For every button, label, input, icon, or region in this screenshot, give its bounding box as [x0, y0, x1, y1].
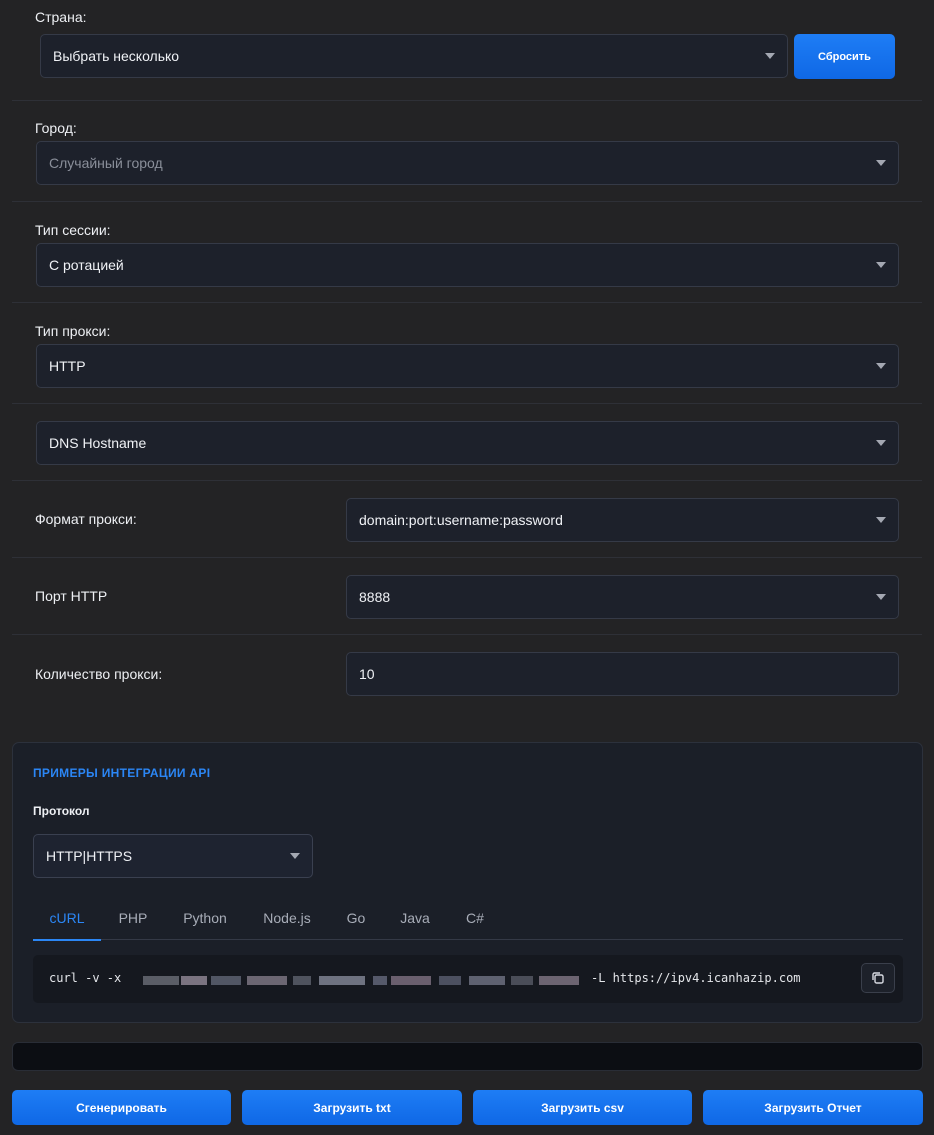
city-select[interactable]: Случайный город — [36, 141, 899, 185]
chevron-down-icon — [876, 594, 886, 600]
code-sample: curl -v -x -L https://ipv4.icanhazip.com — [33, 955, 903, 1003]
country-label: Страна: — [35, 9, 87, 25]
proxy-format-label: Формат прокси: — [35, 511, 137, 527]
tab-nodejs-label: Node.js — [263, 910, 311, 926]
host-type-value: DNS Hostname — [49, 435, 147, 451]
download-txt-button[interactable]: Загрузить txt — [242, 1090, 462, 1125]
country-select-value: Выбрать несколько — [53, 48, 180, 64]
http-port-label: Порт HTTP — [35, 588, 108, 604]
tab-go[interactable]: Go — [337, 896, 375, 940]
tab-java[interactable]: Java — [391, 896, 439, 940]
proxy-type-label: Тип прокси: — [35, 323, 111, 339]
redacted-credentials — [129, 955, 587, 1003]
status-bar — [12, 1042, 923, 1071]
tab-python-label: Python — [183, 910, 227, 926]
tab-curl-label: cURL — [49, 910, 85, 926]
proxy-type-value: HTTP — [49, 358, 86, 374]
generate-button[interactable]: Сгенерировать — [12, 1090, 231, 1125]
protocol-value: HTTP|HTTPS — [46, 848, 133, 864]
divider — [12, 100, 922, 101]
download-report-button[interactable]: Загрузить Отчет — [703, 1090, 923, 1125]
session-type-label: Тип сессии: — [35, 222, 111, 238]
chevron-down-icon — [876, 517, 886, 523]
protocol-select[interactable]: HTTP|HTTPS — [33, 834, 313, 878]
divider — [12, 302, 922, 303]
tab-curl[interactable]: cURL — [33, 896, 101, 941]
divider — [12, 634, 922, 635]
tab-java-label: Java — [400, 910, 430, 926]
http-port-select[interactable]: 8888 — [346, 575, 899, 619]
country-select[interactable]: Выбрать несколько — [40, 34, 788, 78]
proxy-count-input[interactable]: 10 — [346, 652, 899, 696]
proxy-format-value: domain:port:username:password — [359, 512, 563, 528]
tab-php-label: PHP — [118, 910, 148, 926]
copy-button[interactable] — [861, 963, 895, 993]
http-port-value: 8888 — [359, 589, 391, 605]
protocol-label: Протокол — [33, 804, 90, 818]
language-tabs: cURL PHP Python Node.js Go Java C# — [33, 896, 903, 941]
divider — [12, 480, 922, 481]
api-panel-title: ПРИМЕРЫ ИНТЕГРАЦИИ API — [33, 766, 211, 780]
chevron-down-icon — [876, 440, 886, 446]
chevron-down-icon — [765, 53, 775, 59]
divider — [12, 403, 922, 404]
proxy-format-select[interactable]: domain:port:username:password — [346, 498, 899, 542]
copy-icon — [872, 972, 884, 984]
proxy-type-select[interactable]: HTTP — [36, 344, 899, 388]
proxy-count-value: 10 — [359, 666, 375, 682]
tab-php[interactable]: PHP — [107, 896, 159, 940]
host-type-select[interactable]: DNS Hostname — [36, 421, 899, 465]
session-type-value: С ротацией — [49, 257, 124, 273]
reset-button[interactable]: Сбросить — [794, 34, 895, 79]
city-label: Город: — [35, 120, 77, 136]
tab-go-label: Go — [346, 910, 366, 926]
chevron-down-icon — [290, 853, 300, 859]
city-select-placeholder: Случайный город — [49, 155, 163, 171]
chevron-down-icon — [876, 363, 886, 369]
chevron-down-icon — [876, 262, 886, 268]
code-prefix: curl -v -x — [49, 971, 122, 985]
tab-python[interactable]: Python — [173, 896, 237, 940]
active-tab-indicator — [33, 939, 101, 941]
tab-csharp[interactable]: C# — [457, 896, 493, 940]
divider — [12, 557, 922, 558]
tab-csharp-label: C# — [466, 910, 484, 926]
code-suffix: -L https://ipv4.icanhazip.com — [591, 971, 801, 985]
tab-nodejs[interactable]: Node.js — [253, 896, 321, 940]
download-csv-button[interactable]: Загрузить csv — [473, 1090, 692, 1125]
api-integration-panel: ПРИМЕРЫ ИНТЕГРАЦИИ API Протокол HTTP|HTT… — [12, 742, 923, 1023]
chevron-down-icon — [876, 160, 886, 166]
session-type-select[interactable]: С ротацией — [36, 243, 899, 287]
divider — [12, 201, 922, 202]
proxy-count-label: Количество прокси: — [35, 666, 163, 682]
